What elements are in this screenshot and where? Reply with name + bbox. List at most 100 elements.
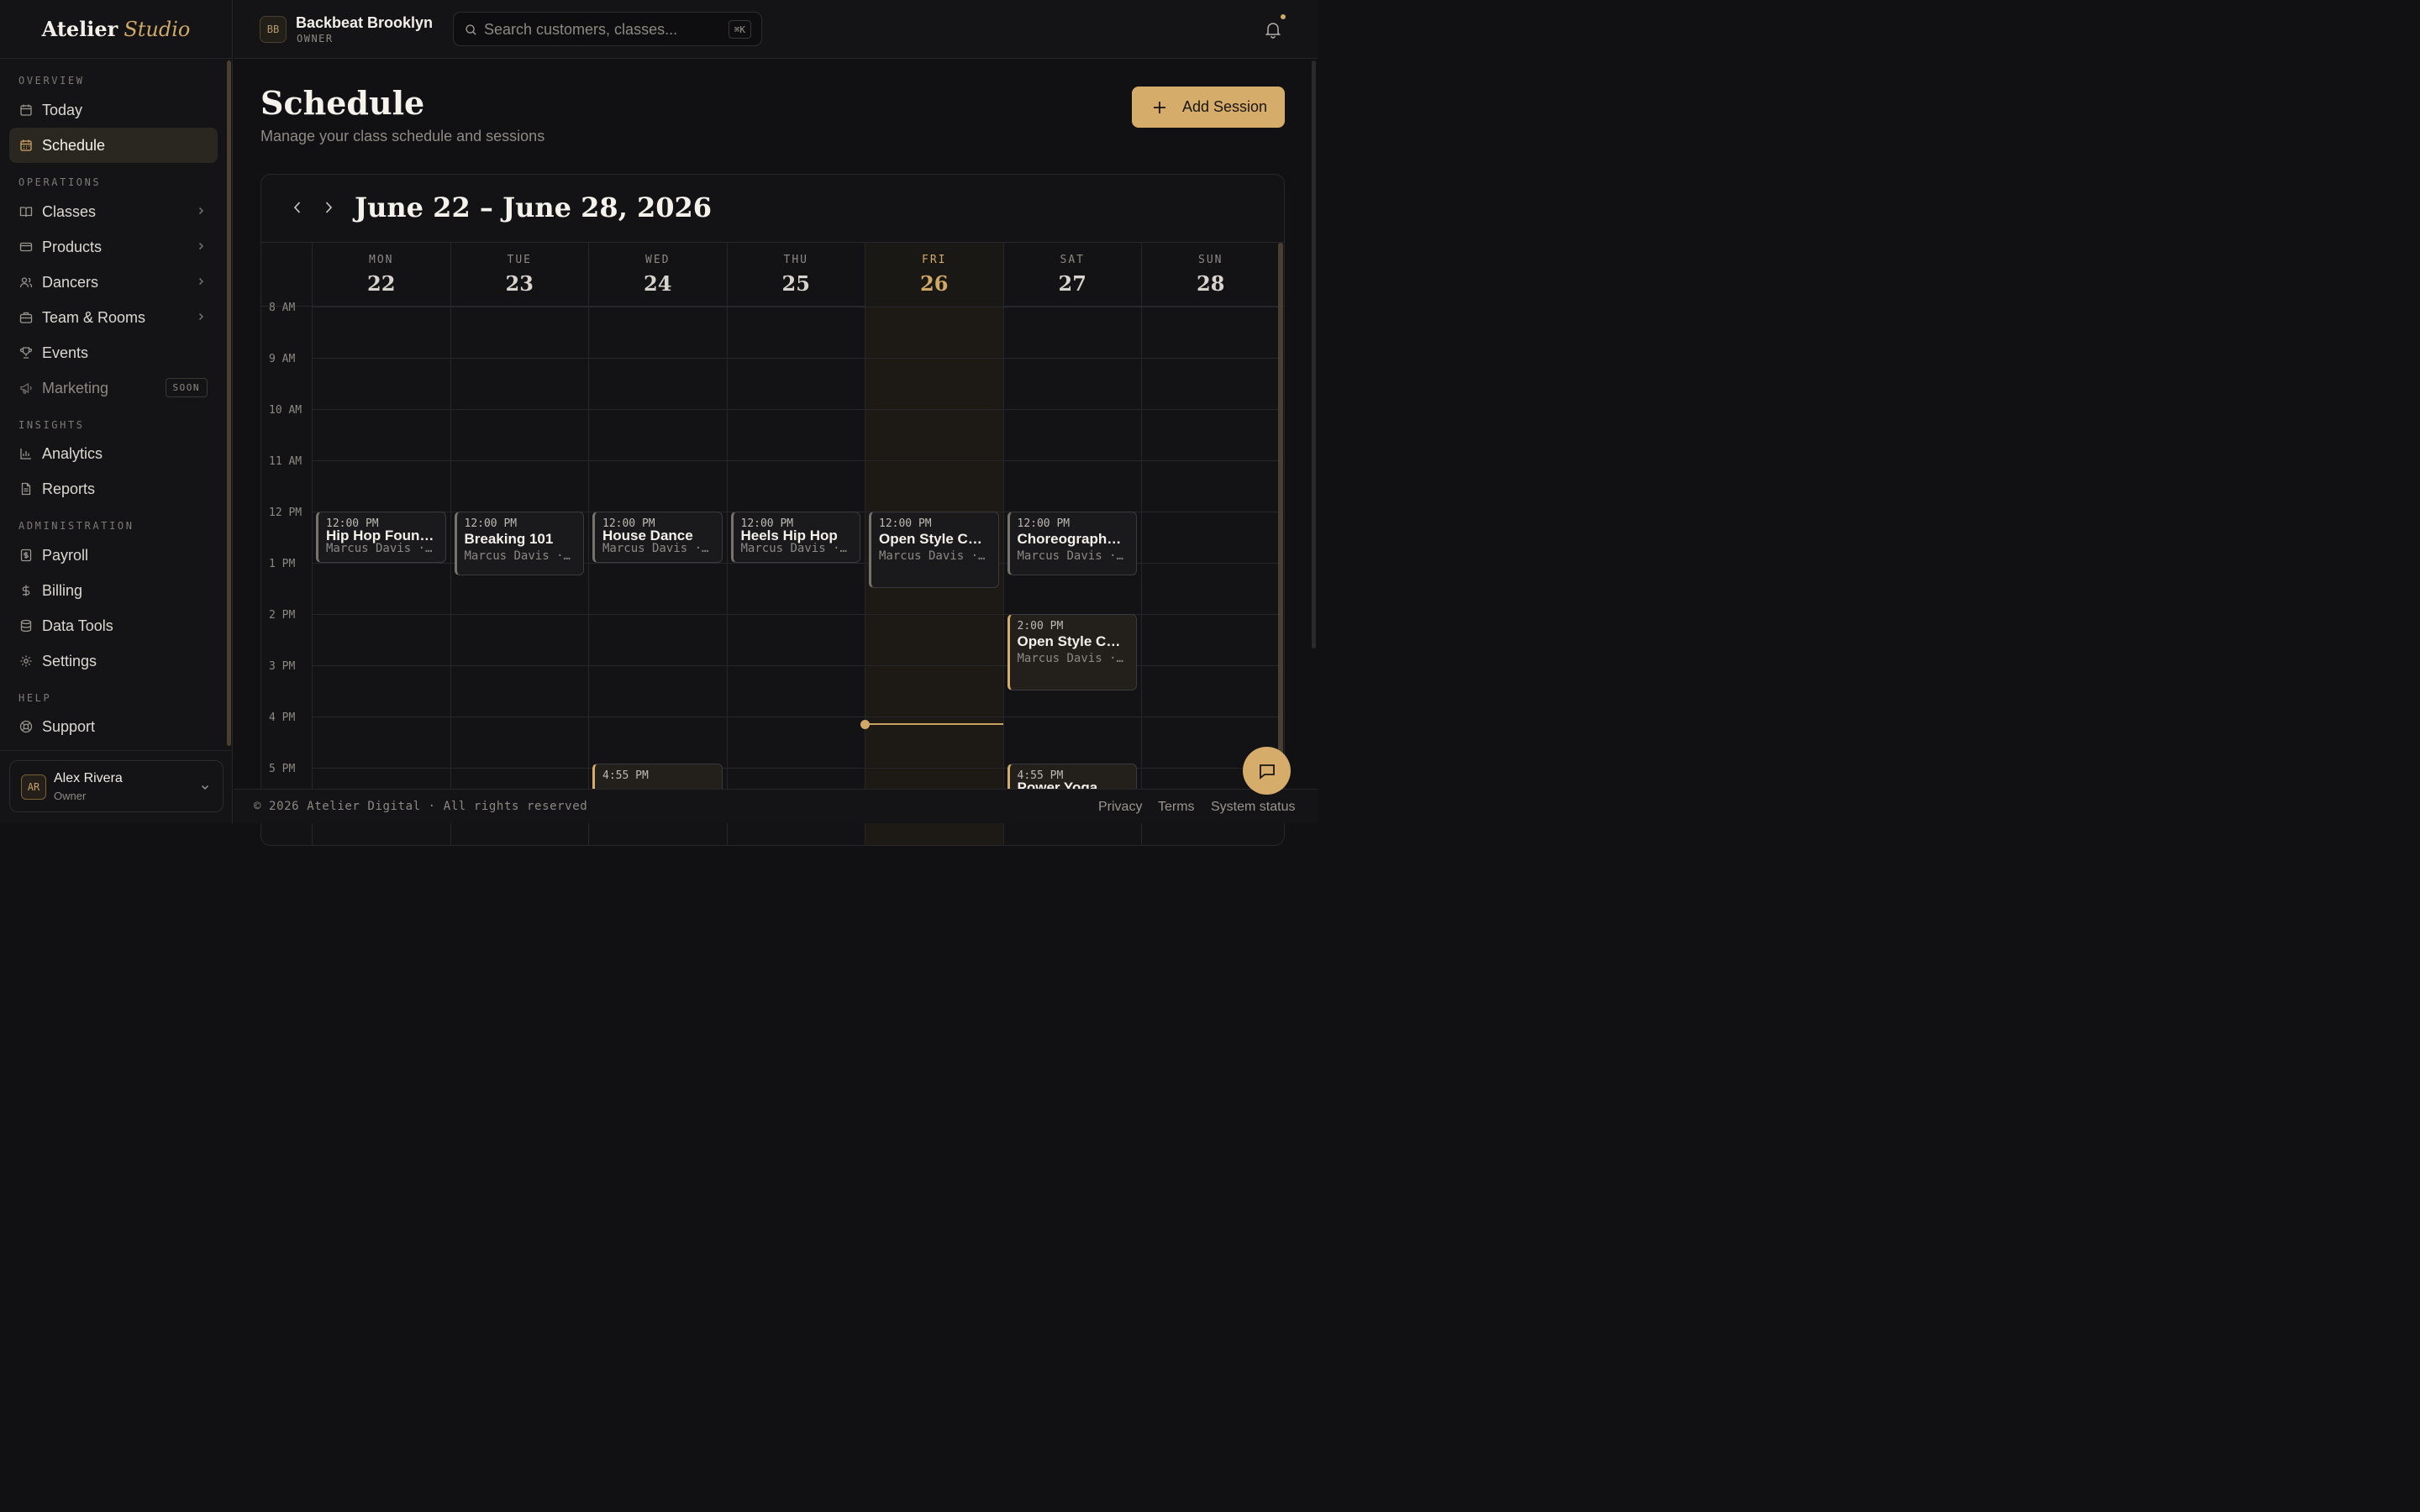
- day-column[interactable]: [450, 307, 589, 845]
- hour-label: 2 PM: [269, 609, 296, 622]
- chat-button[interactable]: [1243, 747, 1291, 795]
- chevron-right-icon: [199, 243, 203, 249]
- calendar-grid-icon: [19, 139, 33, 152]
- day-header-mon[interactable]: MON 22: [312, 243, 450, 307]
- user-role: Owner: [54, 790, 87, 802]
- session-card[interactable]: 12:00 PMHouse DanceMarcus Davis · ...: [592, 512, 723, 563]
- current-time-line: [865, 723, 1003, 726]
- hour-gridline: [312, 460, 1278, 461]
- sidebar-item-marketing[interactable]: Marketing SOON: [9, 370, 218, 406]
- day-number: 22: [367, 271, 396, 296]
- sidebar-item-data-tools[interactable]: Data Tools: [9, 608, 218, 643]
- sidebar-item-team-rooms[interactable]: Team & Rooms: [9, 300, 218, 335]
- session-instructor: Marcus Davis · ...: [740, 542, 852, 555]
- sidebar-item-label: Events: [42, 344, 89, 361]
- session-card[interactable]: 12:00 PMHeels Hip HopMarcus Davis · ...: [730, 512, 860, 563]
- credit-card-icon: [19, 240, 33, 254]
- org-name[interactable]: Backbeat Brooklyn: [296, 14, 433, 32]
- hour-label: 11 AM: [269, 455, 302, 468]
- page-scrollbar[interactable]: [1312, 60, 1316, 648]
- add-session-button[interactable]: Add Session: [1132, 87, 1285, 128]
- sidebar-item-payroll[interactable]: Payroll: [9, 538, 218, 573]
- sidebar-item-label: Billing: [42, 581, 83, 599]
- system-status-link[interactable]: System status: [1211, 800, 1295, 815]
- org-avatar[interactable]: BB: [260, 16, 287, 43]
- day-column[interactable]: [312, 307, 450, 845]
- notification-dot: [1281, 14, 1286, 19]
- day-header-wed[interactable]: WED 24: [588, 243, 727, 307]
- calendar-scrollbar[interactable]: [1278, 243, 1283, 797]
- sidebar-item-label: Classes: [42, 202, 97, 220]
- sidebar-item-today[interactable]: Today: [9, 92, 218, 128]
- sidebar: Atelier Studio OVERVIEW Today Schedule O…: [0, 0, 233, 823]
- calendar-day-headers: MON 22 TUE 23 WED 24 THU 25 FRI 26 SAT 27 SUN 28: [261, 243, 1284, 307]
- day-header-sun[interactable]: SUN 28: [1141, 243, 1280, 307]
- day-number: 23: [505, 271, 534, 296]
- sidebar-item-label: Settings: [42, 652, 97, 669]
- day-of-week: THU: [783, 254, 808, 266]
- day-number: 27: [1058, 271, 1086, 296]
- sidebar-item-label: Support: [42, 717, 96, 735]
- sidebar-item-events[interactable]: Events: [9, 335, 218, 370]
- terms-link[interactable]: Terms: [1158, 800, 1195, 815]
- sidebar-item-label: Products: [42, 238, 103, 255]
- session-card[interactable]: 12:00 PM Hip Hop Founda... Marcus Davis · …: [316, 512, 446, 563]
- sidebar-item-dancers[interactable]: Dancers: [9, 265, 218, 300]
- day-of-week: TUE: [507, 254, 532, 266]
- search-icon: [466, 24, 476, 35]
- topbar: BB Backbeat Brooklyn OWNER ⌘K: [234, 0, 1318, 59]
- session-card[interactable]: 12:00 PM Choreography L... Marcus Davis · …: [1007, 512, 1137, 575]
- day-of-week: FRI: [922, 254, 947, 266]
- sidebar-item-products[interactable]: Products: [9, 229, 218, 265]
- sidebar-item-billing[interactable]: Billing: [9, 573, 218, 608]
- day-header-tue[interactable]: TUE 23: [450, 243, 589, 307]
- sidebar-item-analytics[interactable]: Analytics: [9, 436, 218, 471]
- sidebar-item-label: Dancers: [42, 273, 99, 291]
- session-card[interactable]: 2:00 PMOpen Style Cyp... Marcus Davis · .…: [1007, 614, 1137, 690]
- user-menu[interactable]: AR Alex Rivera Owner: [9, 760, 224, 812]
- hour-gridline: [312, 409, 1278, 410]
- nav-section-insights: INSIGHTS: [18, 419, 85, 431]
- privacy-link[interactable]: Privacy: [1098, 800, 1142, 815]
- gear-icon: [19, 654, 33, 668]
- session-card[interactable]: 12:00 PM Open Style Cyp... Marcus Davis · …: [869, 512, 999, 588]
- prev-week-button[interactable]: [288, 198, 307, 217]
- session-instructor: Marcus Davis · ...: [1017, 549, 1128, 563]
- session-card[interactable]: 12:00 PMBreaking 101 Marcus Davis · ...: [454, 512, 584, 575]
- day-column[interactable]: [726, 307, 865, 845]
- calendar-nav: June 22 – June 28, 2026: [261, 175, 1284, 243]
- user-name: Alex Rivera: [54, 771, 123, 785]
- day-header-fri[interactable]: FRI 26: [865, 243, 1003, 307]
- sidebar-item-support[interactable]: Support: [9, 709, 218, 744]
- sidebar-item-label: Today: [42, 101, 83, 118]
- hour-label: 8 AM: [269, 302, 296, 314]
- session-title: Open Style Cyp...: [879, 531, 990, 547]
- date-range-title: June 22 – June 28, 2026: [355, 192, 713, 223]
- session-title: Breaking 101: [464, 531, 554, 547]
- building-icon: [19, 311, 33, 324]
- sidebar-item-label: Team & Rooms: [42, 308, 146, 326]
- page-subtitle: Manage your class schedule and sessions: [260, 128, 545, 144]
- sidebar-item-schedule[interactable]: Schedule: [9, 128, 218, 163]
- sidebar-item-label: Reports: [42, 480, 96, 497]
- search-input[interactable]: [484, 19, 719, 39]
- copyright: © 2026 Atelier Digital · All rights rese…: [254, 800, 588, 813]
- chevron-right-icon: [199, 278, 203, 285]
- sidebar-scrollbar[interactable]: [227, 60, 231, 746]
- brand-logo[interactable]: Atelier Studio: [0, 0, 232, 59]
- nav-section-administration: ADMINISTRATION: [18, 520, 134, 532]
- search-bar[interactable]: ⌘K: [453, 12, 762, 46]
- hour-gridline: [312, 358, 1278, 359]
- org-role: OWNER: [297, 33, 334, 45]
- bell-icon[interactable]: [1264, 20, 1282, 39]
- sidebar-item-classes[interactable]: Classes: [9, 194, 218, 229]
- sidebar-item-settings[interactable]: Settings: [9, 643, 218, 679]
- chevron-right-icon: [199, 313, 203, 320]
- sidebar-item-label: Payroll: [42, 546, 89, 564]
- day-header-sat[interactable]: SAT 27: [1002, 243, 1142, 307]
- day-of-week: SUN: [1198, 254, 1223, 266]
- next-week-button[interactable]: [319, 198, 338, 217]
- hour-label: 9 AM: [269, 353, 296, 365]
- sidebar-item-reports[interactable]: Reports: [9, 471, 218, 507]
- day-header-thu[interactable]: THU 25: [726, 243, 865, 307]
